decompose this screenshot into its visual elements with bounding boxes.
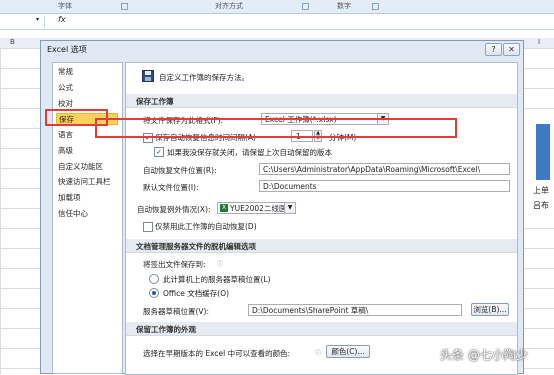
disable-autorecover-checkbox[interactable] xyxy=(143,222,153,232)
help-button[interactable]: ? xyxy=(485,43,502,56)
exceptions-label: 自动恢复例外情况(X): xyxy=(137,205,211,214)
ribbon-group-number: 数字 xyxy=(337,2,351,10)
autorecover-location-highlight xyxy=(95,118,457,138)
options-content: 自定义工作簿的保存方法。 保存工作簿 将文件保存为此格式(F): Excel 工… xyxy=(125,62,518,375)
section-save-workbooks-title: 保存工作簿 xyxy=(136,97,174,106)
ribbon-group-alignment: 对齐方式 xyxy=(215,2,243,10)
server-drafts-input[interactable]: D:\Documents\SharePoint 草稿\ xyxy=(248,304,462,316)
section-offline-editing: 文档管理服务器文件的脱机编辑选项 xyxy=(126,239,517,253)
column-right-label[interactable]: I xyxy=(538,38,540,46)
server-drafts-value: D:\Documents\SharePoint 草稿\ xyxy=(252,306,369,315)
info-icon: ⓘ xyxy=(315,350,322,357)
browse-button[interactable]: 浏览(B)... xyxy=(471,303,509,316)
keep-last-version-label: 如果我没保存就关闭，请保留上次自动保留的版本 xyxy=(167,148,332,157)
radio-server-drafts-label: 此计算机上的服务器草稿位置(L) xyxy=(163,275,271,284)
nav-item-general[interactable]: 常规 xyxy=(56,66,118,78)
chevron-down-icon[interactable]: ▼ xyxy=(284,203,295,213)
dialog-title: Excel 选项 xyxy=(47,45,87,54)
nav-item-trust-center[interactable]: 信任中心 xyxy=(56,208,118,220)
cell-text-2: 吕布 xyxy=(533,201,549,210)
chart-bar xyxy=(536,124,550,180)
save-disk-icon xyxy=(142,70,154,82)
section-preserve-appearance-title: 保留工作簿的外观 xyxy=(136,325,196,334)
excel-file-icon: X xyxy=(220,204,228,212)
autorecover-location-input[interactable]: C:\Users\Administrator\AppData\Roaming\M… xyxy=(259,163,510,175)
info-icon: ⓘ xyxy=(217,261,224,268)
disable-autorecover-label: 仅禁用此工作簿的自动恢复(D) xyxy=(155,222,257,231)
excel-options-dialog: Excel 选项 ? ✕ 常规 公式 校对 保存 语言 高级 自定义功能区 快速… xyxy=(40,40,524,375)
font-dialog-launcher[interactable] xyxy=(121,3,128,10)
cell-text-1: 上单 xyxy=(533,186,549,195)
name-box[interactable]: ▾ xyxy=(0,16,45,27)
server-drafts-label: 服务器草稿位置(V): xyxy=(143,307,210,316)
radio-office-cache[interactable] xyxy=(149,288,159,298)
watermark: 头条 @七小陶少 xyxy=(440,348,528,362)
column-b-label[interactable]: B xyxy=(10,38,15,46)
autorecover-location-value: C:\Users\Administrator\AppData\Roaming\M… xyxy=(263,165,481,174)
checkout-label: 将签出文件保存到: xyxy=(143,260,206,269)
formula-bar: ▾ fx xyxy=(0,14,554,30)
section-save-workbooks: 保存工作簿 xyxy=(126,94,517,108)
default-location-value: D:\Documents xyxy=(263,182,317,191)
default-location-input[interactable]: D:\Documents xyxy=(259,180,510,192)
nav-item-formulas[interactable]: 公式 xyxy=(56,82,118,94)
nav-item-customize-ribbon[interactable]: 自定义功能区 xyxy=(56,161,118,173)
ribbon: 字体 对齐方式 数字 xyxy=(0,0,554,14)
radio-server-drafts[interactable] xyxy=(149,274,159,284)
colors-label: 选择在早期版本的 Excel 中可以查看的颜色: xyxy=(143,349,291,358)
close-button[interactable]: ✕ xyxy=(503,43,520,56)
save-intro-text: 自定义工作簿的保存方法。 xyxy=(159,73,249,82)
number-dialog-launcher[interactable] xyxy=(372,3,379,10)
exceptions-workbook-select[interactable]: X YUE2002二线医... ▼ xyxy=(217,202,296,214)
default-location-label: 默认文件位置(I): xyxy=(143,183,199,192)
keep-last-version-checkbox[interactable]: ✓ xyxy=(154,147,164,157)
chevron-down-icon[interactable]: ▾ xyxy=(36,16,39,23)
dialog-titlebar[interactable]: Excel 选项 ? ✕ xyxy=(41,41,523,57)
alignment-dialog-launcher[interactable] xyxy=(302,3,309,10)
ribbon-group-font: 字体 xyxy=(58,2,72,10)
nav-item-add-ins[interactable]: 加载项 xyxy=(56,192,118,204)
radio-office-cache-label: Office 文档缓存(O) xyxy=(163,289,230,298)
section-offline-editing-title: 文档管理服务器文件的脱机编辑选项 xyxy=(136,242,256,251)
nav-item-advanced[interactable]: 高级 xyxy=(56,145,118,157)
fx-icon[interactable]: fx xyxy=(58,15,66,24)
nav-item-quick-access-toolbar[interactable]: 快速访问工具栏 xyxy=(56,176,118,188)
section-preserve-appearance: 保留工作簿的外观 xyxy=(126,322,517,336)
colors-button[interactable]: 颜色(C)... xyxy=(326,345,370,358)
autorecover-location-label: 自动恢复文件位置(R): xyxy=(143,166,217,175)
